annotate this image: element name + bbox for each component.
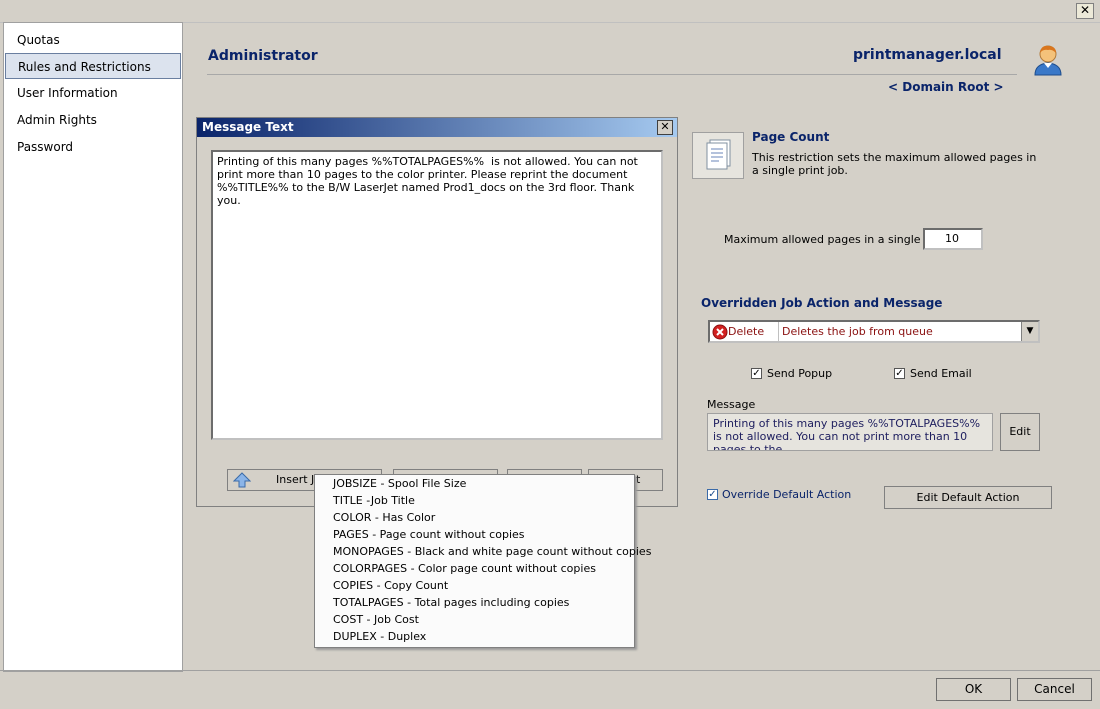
sidebar-item-user-information[interactable]: User Information bbox=[5, 80, 181, 106]
menu-item-pages[interactable]: PAGES - Page count without copies bbox=[333, 526, 525, 543]
page-title: Administrator bbox=[208, 48, 318, 64]
job-action-select[interactable]: Delete Deletes the job from queue ▼ bbox=[708, 320, 1040, 343]
menu-item-colorpages[interactable]: COLORPAGES - Color page count without co… bbox=[333, 560, 596, 577]
window-titlebar bbox=[0, 0, 1100, 23]
message-preview: Printing of this many pages %%TOTALPAGES… bbox=[707, 413, 993, 451]
message-dialog-close-button[interactable]: ✕ bbox=[657, 120, 673, 135]
menu-item-jobsize[interactable]: JOBSIZE - Spool File Size bbox=[333, 475, 466, 492]
job-action-description: Deletes the job from queue bbox=[782, 325, 933, 338]
insert-variable-menu: JOBSIZE - Spool File Size TITLE -Job Tit… bbox=[314, 474, 651, 648]
job-action-divider bbox=[778, 322, 779, 341]
job-action-name: Delete bbox=[728, 325, 765, 338]
message-text-area[interactable]: Printing of this many pages %%TOTALPAGES… bbox=[211, 150, 663, 440]
header-divider bbox=[207, 74, 1017, 75]
send-email-checkbox[interactable]: ✓ bbox=[894, 368, 905, 379]
restriction-description: This restriction sets the maximum allowe… bbox=[752, 151, 1037, 177]
message-dialog-title: Message Text bbox=[197, 118, 677, 137]
menu-item-cost[interactable]: COST - Job Cost bbox=[333, 611, 419, 628]
restriction-title: Page Count bbox=[752, 130, 830, 144]
max-pages-label: Maximum allowed pages in a single job bbox=[724, 233, 941, 246]
message-text-dialog: Message Text ✕ Printing of this many pag… bbox=[196, 117, 678, 507]
arrow-up-icon bbox=[232, 472, 252, 495]
override-default-label: Override Default Action bbox=[722, 488, 852, 501]
send-popup-label: Send Popup bbox=[767, 367, 833, 380]
page-count-icon bbox=[692, 132, 744, 179]
footer-divider bbox=[0, 670, 1100, 671]
override-default-checkbox[interactable]: ✓ bbox=[707, 489, 718, 500]
menu-item-totalpages[interactable]: TOTALPAGES - Total pages including copie… bbox=[333, 594, 569, 611]
message-label: Message bbox=[707, 398, 756, 411]
sidebar-item-rules-and-restrictions[interactable]: Rules and Restrictions bbox=[5, 53, 181, 79]
menu-item-monopages[interactable]: MONOPAGES - Black and white page count w… bbox=[333, 543, 651, 560]
window-close-button[interactable]: ✕ bbox=[1076, 3, 1094, 19]
menu-item-copies[interactable]: COPIES - Copy Count bbox=[333, 577, 448, 594]
sidebar-item-quotas[interactable]: Quotas bbox=[5, 27, 181, 53]
chevron-down-icon[interactable]: ▼ bbox=[1021, 322, 1038, 341]
server-name: printmanager.local bbox=[853, 47, 1002, 63]
override-section-title: Overridden Job Action and Message bbox=[701, 296, 943, 310]
delete-icon bbox=[712, 324, 728, 343]
breadcrumb-domain-root[interactable]: < Domain Root > bbox=[888, 80, 1004, 94]
send-popup-checkbox[interactable]: ✓ bbox=[751, 368, 762, 379]
edit-message-button[interactable]: Edit bbox=[1000, 413, 1040, 451]
menu-item-color[interactable]: COLOR - Has Color bbox=[333, 509, 435, 526]
max-pages-input[interactable]: 10 bbox=[923, 228, 983, 250]
sidebar: Quotas Rules and Restrictions User Infor… bbox=[3, 22, 183, 672]
edit-default-action-button[interactable]: Edit Default Action bbox=[884, 486, 1052, 509]
send-email-label: Send Email bbox=[910, 367, 972, 380]
ok-button[interactable]: OK bbox=[936, 678, 1011, 701]
sidebar-item-password[interactable]: Password bbox=[5, 134, 181, 160]
menu-item-title[interactable]: TITLE -Job Title bbox=[333, 492, 415, 509]
cancel-button[interactable]: Cancel bbox=[1017, 678, 1092, 701]
sidebar-item-admin-rights[interactable]: Admin Rights bbox=[5, 107, 181, 133]
menu-item-duplex[interactable]: DUPLEX - Duplex bbox=[333, 628, 426, 645]
user-icon bbox=[1033, 44, 1063, 76]
